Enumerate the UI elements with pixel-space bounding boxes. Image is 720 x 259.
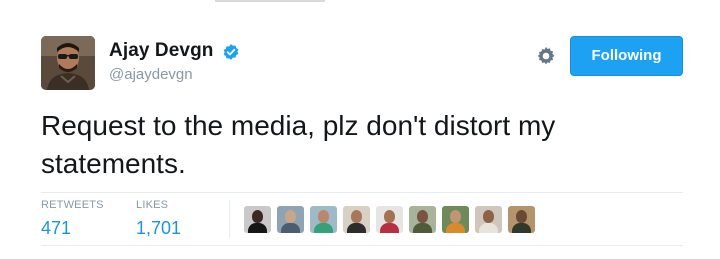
liker-avatar[interactable] [277,206,304,233]
liker-avatar[interactable] [475,206,502,233]
likes-label: LIKES [136,199,169,211]
liker-avatar[interactable] [310,206,337,233]
likes-stat[interactable]: LIKES 1,701 [136,199,181,239]
liker-avatar[interactable] [343,206,370,233]
liker-avatar[interactable] [442,206,469,233]
following-button[interactable]: Following [570,36,683,76]
gear-icon[interactable] [535,45,557,67]
retweets-stat[interactable]: RETWEETS 471 [41,199,104,239]
tweet-text: Request to the media, plz don't distort … [41,110,556,179]
liker-avatar[interactable] [376,206,403,233]
divider [41,192,683,193]
verified-badge-icon [223,44,239,60]
liker-avatar[interactable] [409,206,436,233]
likers-avatars [244,206,541,233]
display-name[interactable]: Ajay Devgn [109,40,213,62]
likes-count: 1,701 [136,218,182,238]
top-edge [0,0,720,3]
liker-avatar[interactable] [244,206,271,233]
user-handle[interactable]: @ajaydevgn [109,66,193,83]
liker-avatar[interactable] [508,206,535,233]
retweets-label: RETWEETS [41,199,104,211]
avatar-image [41,36,95,90]
avatar[interactable] [41,36,95,90]
divider [41,245,683,246]
retweets-count: 471 [41,218,72,238]
stats-separator [229,200,230,238]
